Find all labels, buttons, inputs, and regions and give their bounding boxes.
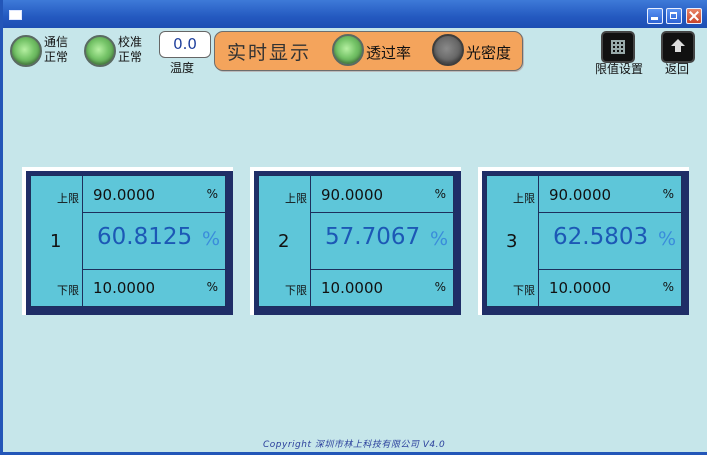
calib-status-label-2: 正常 [118, 50, 143, 64]
calib-status-led-icon [84, 35, 116, 67]
title-bar[interactable] [3, 0, 707, 28]
card-face: 上限 90.0000 % 3 62.5803 % 下限 10.0000 % [486, 175, 683, 307]
calib-status-label-1: 校准 [118, 35, 143, 49]
upper-unit: % [434, 187, 446, 201]
lower-unit: % [662, 280, 674, 294]
limit-settings-label[interactable]: 限值设置 [595, 62, 643, 77]
up-arrow-icon [671, 39, 685, 53]
realtime-title: 实时显示 [227, 42, 312, 64]
value-unit: % [657, 228, 676, 250]
temperature-display: 0.0 [159, 31, 211, 58]
window-icon [9, 10, 22, 20]
back-button[interactable] [661, 31, 695, 63]
channel-card-1: 上限 90.0000 % 1 60.8125 % 下限 10.0000 % [22, 167, 233, 315]
app-window: 通信 正常 校准 正常 0.0 温度 实时显示 透过率 光密度 限值设置 返回 [0, 0, 707, 455]
measured-value: 57.7067 [325, 224, 421, 250]
transmittance-selector-icon[interactable] [332, 34, 364, 66]
upper-limit-value: 90.0000 [93, 186, 156, 204]
channel-card-3: 上限 90.0000 % 3 62.5803 % 下限 10.0000 % [478, 167, 689, 315]
upper-unit: % [662, 187, 674, 201]
close-button[interactable] [686, 8, 702, 24]
grid-icon [611, 40, 625, 54]
value-unit: % [201, 228, 220, 250]
minimize-button[interactable] [647, 8, 663, 24]
upper-limit-value: 90.0000 [549, 186, 612, 204]
limit-settings-button[interactable] [601, 31, 635, 63]
channel-index: 3 [506, 231, 518, 252]
channel-index: 1 [50, 231, 62, 252]
upper-limit-label: 上限 [285, 192, 307, 205]
lower-limit-label: 下限 [57, 284, 79, 297]
back-label[interactable]: 返回 [665, 62, 689, 77]
lower-limit-value: 10.0000 [93, 279, 156, 297]
channel-index: 2 [278, 231, 290, 252]
measured-value: 62.5803 [553, 224, 649, 250]
lower-unit: % [206, 280, 218, 294]
maximize-button[interactable] [666, 8, 682, 24]
lower-limit-label: 下限 [513, 284, 535, 297]
upper-limit-label: 上限 [513, 192, 535, 205]
main-panel: 通信 正常 校准 正常 0.0 温度 实时显示 透过率 光密度 限值设置 返回 [6, 28, 707, 452]
realtime-panel: 实时显示 透过率 光密度 [214, 31, 523, 71]
channel-card-2: 上限 90.0000 % 2 57.7067 % 下限 10.0000 % [250, 167, 461, 315]
card-face: 上限 90.0000 % 1 60.8125 % 下限 10.0000 % [30, 175, 227, 307]
lower-limit-value: 10.0000 [321, 279, 384, 297]
density-selector-icon[interactable] [432, 34, 464, 66]
lower-unit: % [434, 280, 446, 294]
measured-value: 60.8125 [97, 224, 193, 250]
transmittance-label[interactable]: 透过率 [366, 42, 411, 63]
density-label[interactable]: 光密度 [466, 42, 511, 63]
comm-status-led-icon [10, 35, 42, 67]
card-face: 上限 90.0000 % 2 57.7067 % 下限 10.0000 % [258, 175, 455, 307]
copyright-footer: Copyright 深圳市林上科技有限公司 V4.0 [263, 440, 446, 450]
value-unit: % [429, 228, 448, 250]
comm-status-label-2: 正常 [44, 50, 69, 64]
upper-unit: % [206, 187, 218, 201]
upper-limit-label: 上限 [57, 192, 79, 205]
lower-limit-value: 10.0000 [549, 279, 612, 297]
upper-limit-value: 90.0000 [321, 186, 384, 204]
comm-status-label-1: 通信 [44, 35, 69, 49]
lower-limit-label: 下限 [285, 284, 307, 297]
temperature-label: 温度 [170, 61, 195, 75]
